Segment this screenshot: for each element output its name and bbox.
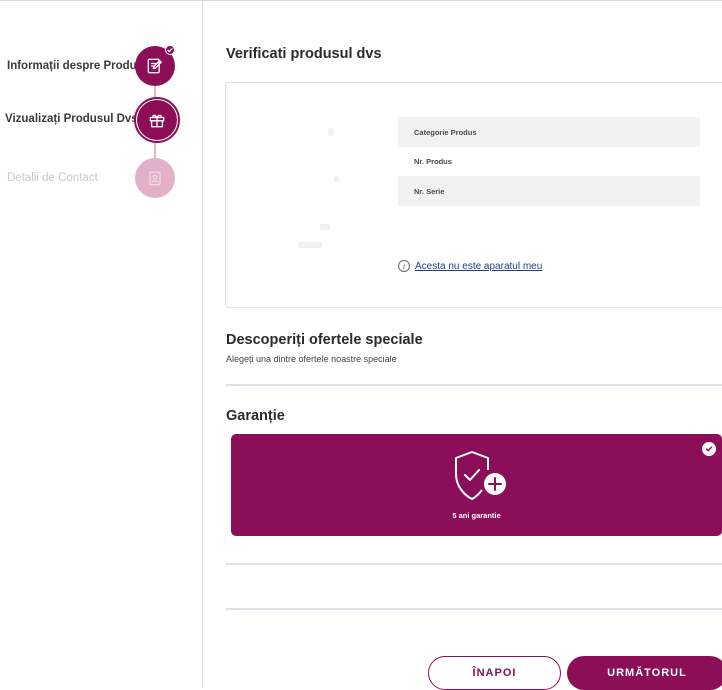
info-icon: i bbox=[398, 260, 410, 272]
offers-divider bbox=[226, 384, 722, 386]
step-label: Vizualizați Produsul Dvs. bbox=[5, 113, 141, 125]
selected-check-icon bbox=[702, 442, 716, 456]
next-button[interactable]: URMĂTORUL bbox=[567, 656, 722, 690]
info-label: Categorie Produs bbox=[414, 127, 477, 137]
gift-icon bbox=[137, 100, 177, 140]
contact-icon bbox=[135, 158, 175, 198]
warranty-title: Garanție bbox=[226, 408, 285, 424]
warranty-option-label: 5 ani garantie bbox=[452, 511, 501, 520]
step-label: Detalii de Contact bbox=[7, 172, 98, 184]
sidebar-divider bbox=[202, 0, 203, 688]
step-complete-badge bbox=[165, 45, 175, 55]
info-row-product-category: Categorie Produs bbox=[398, 117, 700, 147]
offers-subtitle: Alegeți una dintre ofertele noastre spec… bbox=[226, 354, 397, 364]
top-divider bbox=[0, 0, 722, 1]
info-row-product-number: Nr. Produs bbox=[398, 146, 700, 176]
info-row-serial-number: Nr. Serie bbox=[398, 176, 700, 206]
offers-title: Descoperiți ofertele speciale bbox=[226, 332, 423, 348]
not-my-device-label: Acesta nu este aparatul meu bbox=[415, 260, 543, 272]
warranty-divider bbox=[226, 563, 722, 565]
step-contact-details: Detalii de Contact bbox=[0, 158, 180, 198]
footer-divider bbox=[226, 608, 722, 610]
info-label: Nr. Produs bbox=[414, 156, 452, 166]
back-button[interactable]: ÎNAPOI bbox=[428, 656, 561, 690]
step-label: Informații despre Produs bbox=[7, 60, 144, 72]
shield-check-icon bbox=[455, 451, 506, 500]
verify-product-title: Verificati produsul dvs bbox=[226, 46, 382, 62]
step-view-product[interactable]: Vizualizați Produsul Dvs. bbox=[0, 97, 185, 143]
not-my-device-link[interactable]: i Acesta nu este aparatul meu bbox=[398, 260, 542, 272]
info-label: Nr. Serie bbox=[414, 186, 445, 196]
step-product-info[interactable]: Informații despre Produs bbox=[0, 45, 180, 86]
edit-form-icon bbox=[135, 45, 175, 86]
product-image bbox=[290, 120, 350, 270]
